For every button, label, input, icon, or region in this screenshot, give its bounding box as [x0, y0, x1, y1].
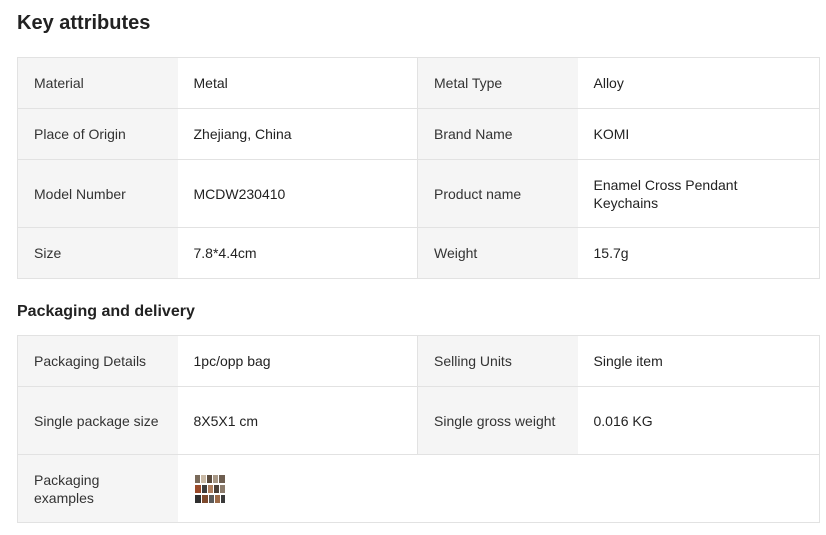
table-row: Model Number MCDW230410 Product name Ena… — [17, 159, 820, 228]
product-attributes-page: Key attributes Material Metal Metal Type… — [0, 0, 826, 535]
packaging-heading: Packaging and delivery — [17, 303, 195, 320]
attr-label: Selling Units — [417, 335, 578, 387]
attr-value: Alloy — [577, 57, 820, 109]
packaging-table: Packaging Details 1pc/opp bag Selling Un… — [17, 335, 820, 523]
table-row: Packaging examples — [17, 454, 820, 523]
attr-label: Size — [17, 227, 178, 279]
attr-label: Material — [17, 57, 178, 109]
attr-label: Brand Name — [417, 108, 578, 160]
table-row: Single package size 8X5X1 cm Single gros… — [17, 386, 820, 455]
key-attributes-table: Material Metal Metal Type Alloy Place of… — [17, 57, 820, 279]
attr-value: MCDW230410 — [177, 159, 418, 228]
table-row: Place of Origin Zhejiang, China Brand Na… — [17, 108, 820, 160]
attr-label: Place of Origin — [17, 108, 178, 160]
attr-value: Metal — [177, 57, 418, 109]
attr-value: Enamel Cross Pendant Keychains — [577, 159, 820, 228]
attr-value: KOMI — [577, 108, 820, 160]
attr-value: 0.016 KG — [577, 386, 820, 455]
attr-label: Packaging examples — [17, 454, 178, 523]
table-row: Material Metal Metal Type Alloy — [17, 57, 820, 109]
packaging-examples-cell — [177, 454, 820, 523]
attr-label: Product name — [417, 159, 578, 228]
table-row: Packaging Details 1pc/opp bag Selling Un… — [17, 335, 820, 387]
table-row: Size 7.8*4.4cm Weight 15.7g — [17, 227, 820, 279]
attr-label: Packaging Details — [17, 335, 178, 387]
attr-label: Single gross weight — [417, 386, 578, 455]
attr-value: 7.8*4.4cm — [177, 227, 418, 279]
attr-value: 15.7g — [577, 227, 820, 279]
attr-label: Model Number — [17, 159, 178, 228]
attr-value: Zhejiang, China — [177, 108, 418, 160]
attr-label: Metal Type — [417, 57, 578, 109]
attr-value: Single item — [577, 335, 820, 387]
attr-value: 8X5X1 cm — [177, 386, 418, 455]
attr-label: Single package size — [17, 386, 178, 455]
key-attributes-heading: Key attributes — [17, 12, 151, 34]
packaging-thumbnail-image[interactable] — [193, 473, 226, 504]
attr-label: Weight — [417, 227, 578, 279]
attr-value: 1pc/opp bag — [177, 335, 418, 387]
